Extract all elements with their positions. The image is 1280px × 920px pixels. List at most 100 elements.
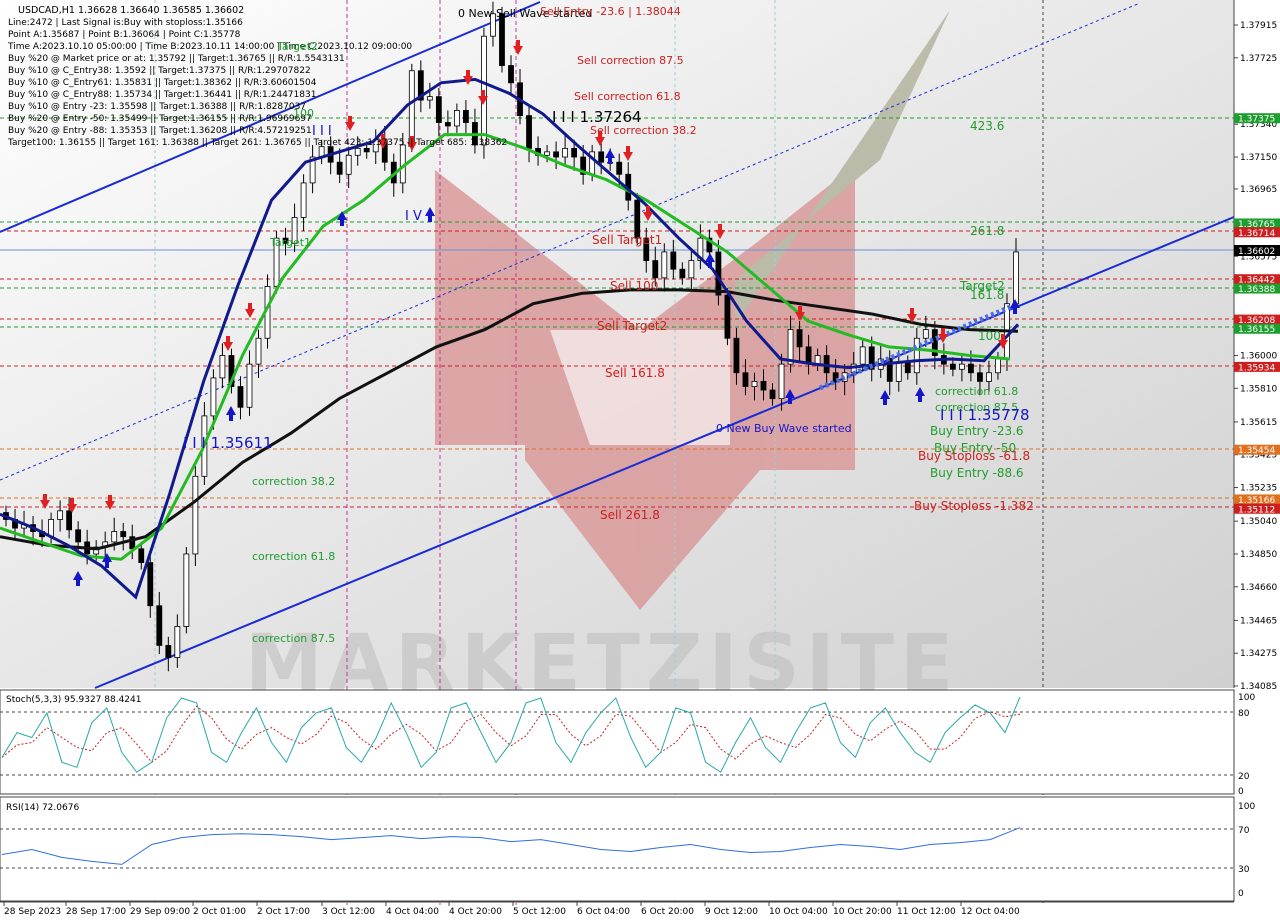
- candle-body: [733, 337, 740, 374]
- annotation-161-right: 161.8: [970, 288, 1004, 302]
- annotation-sell-target2: Sell Target2: [597, 319, 667, 333]
- candle-body: [796, 329, 803, 348]
- candle-body: [968, 363, 974, 374]
- price-tick-label: 1.34850: [1240, 550, 1277, 560]
- level-tag-label: 1.35934: [1238, 363, 1275, 373]
- candle-body: [742, 372, 749, 387]
- price-tick-label: 1.37725: [1240, 54, 1277, 64]
- stoch-level-100: 100: [1238, 693, 1255, 703]
- stochastic-panel: Stoch(5,3,3) 95.9327 88.4241 100 80 20 0: [0, 689, 1255, 797]
- candle-body: [598, 151, 605, 163]
- candle-body: [904, 362, 911, 374]
- price-tick-label: 1.34275: [1240, 649, 1277, 659]
- annotation-buy-stoploss-61: Buy Stoploss -61.8: [918, 449, 1030, 463]
- rsi-panel: RSI(14) 72.0676 100 70 30 0: [0, 796, 1255, 902]
- candle-body: [760, 380, 767, 391]
- time-tick-label: 6 Oct 04:00: [577, 907, 630, 917]
- candle-body: [463, 110, 469, 123]
- candle-body: [426, 96, 433, 101]
- candle-body: [670, 251, 677, 270]
- candle-body: [219, 355, 226, 379]
- candle-body: [499, 13, 505, 66]
- candle-body: [57, 510, 64, 520]
- rsi-level-70: 70: [1238, 826, 1250, 836]
- candle-body: [571, 147, 578, 158]
- symbol-line: USDCAD,H1 1.36628 1.36640 1.36585 1.3660…: [18, 5, 244, 16]
- stoch-level-0: 0: [1238, 787, 1244, 797]
- price-tick-label: 1.34085: [1240, 682, 1277, 692]
- time-tick-label: 2 Oct 17:00: [257, 907, 310, 917]
- usdcad-h1-chart[interactable]: MARKETZISITE USDCAD,H1 1.36628 1.36640 1…: [0, 0, 1280, 920]
- time-tick-label: 6 Oct 20:00: [641, 907, 694, 917]
- level-tag-label: 1.35454: [1238, 446, 1275, 456]
- candle-body: [544, 151, 550, 156]
- candle-body: [977, 372, 983, 382]
- price-tick-label: 1.34660: [1240, 583, 1277, 593]
- rsi-level-100: 100: [1238, 802, 1255, 812]
- candle-body: [435, 96, 442, 123]
- time-axis: 28 Sep 2023 28 Sep 17:00 29 Sep 09:00 2 Oct…: [0, 901, 1234, 917]
- rsi-level-0: 0: [1238, 889, 1244, 899]
- info-line: Line:2472 | Last Signal is:Buy with stop…: [8, 18, 243, 28]
- time-tick-label: 4 Oct 04:00: [386, 907, 439, 917]
- price-tick-label: 1.36000: [1240, 352, 1277, 362]
- candle-body: [453, 110, 460, 127]
- price-tick-label: 1.35235: [1240, 484, 1277, 494]
- price-tick-label: 1.37915: [1240, 21, 1277, 31]
- candle-body: [778, 363, 785, 400]
- candle-body: [192, 475, 199, 555]
- info-line: Point A:1.35687 | Point B:1.36064 | Poin…: [8, 30, 241, 40]
- candle-body: [210, 377, 217, 417]
- candle-body: [165, 645, 172, 658]
- level-tag-label: 1.36388: [1238, 285, 1275, 295]
- annotation-target2-left: Target2: [276, 40, 318, 53]
- annotation-buy-entry-88: Buy Entry -88.6: [930, 466, 1024, 480]
- candle-body: [237, 386, 244, 408]
- candle-body: [363, 147, 370, 153]
- annotation-buy-entry-23: Buy Entry -23.6: [930, 424, 1024, 438]
- annotation-buy-stoploss-1382: Buy Stoploss -1.382: [914, 499, 1034, 513]
- candle-body: [958, 363, 965, 370]
- candle-body: [345, 154, 352, 175]
- price-tick-label: 1.34465: [1240, 616, 1277, 626]
- candle-body: [147, 562, 154, 607]
- price-tick-label: 1.36965: [1240, 185, 1277, 195]
- annotation-sell-161: Sell 161.8: [605, 366, 665, 380]
- candle-body: [183, 553, 190, 627]
- annotation-wave-iii-left: I I I 1.35611: [183, 434, 273, 452]
- candle-body: [354, 147, 361, 156]
- level-tag-label: 1.36714: [1238, 229, 1275, 239]
- rsi-level-30: 30: [1238, 865, 1250, 875]
- annotation-wave-iii-low: I I I 1.35778: [940, 406, 1030, 424]
- level-tag-label: 1.37375: [1238, 115, 1275, 125]
- candle-body: [553, 151, 559, 158]
- candle-body: [120, 531, 127, 538]
- info-line: Buy %10 @ C_Entry38: 1.3592 || Target:1.…: [8, 66, 311, 76]
- info-line: Buy %10 @ C_Entry88: 1.35734 || Target:1…: [8, 90, 316, 100]
- candle-body: [688, 260, 695, 279]
- annotation-100-right: 100: [978, 329, 1001, 343]
- info-line: Buy %10 @ Entry -23: 1.35598 || Target:1…: [8, 102, 306, 112]
- level-tag-label: 1.36155: [1238, 325, 1275, 335]
- time-tick-label: 3 Oct 12:00: [322, 907, 375, 917]
- candle-body: [246, 363, 253, 408]
- time-tick-label: 29 Sep 09:00: [130, 907, 190, 917]
- stoch-label: Stoch(5,3,3) 95.9327 88.4241: [6, 695, 141, 705]
- annotation-423: 423.6: [970, 119, 1004, 133]
- time-tick-label: 28 Sep 2023: [4, 907, 61, 917]
- annotation-sell-correction-87: Sell correction 87.5: [577, 54, 684, 67]
- candle-body: [174, 626, 181, 658]
- annotation-sell-entry: Sell Entry -23.6 | 1.38044: [540, 5, 681, 18]
- time-tick-label: 9 Oct 12:00: [705, 907, 758, 917]
- info-line: Time A:2023.10.10 05:00:00 | Time B:2023…: [7, 42, 412, 52]
- candle-body: [255, 337, 262, 365]
- time-tick-label: 12 Oct 04:00: [961, 907, 1020, 917]
- annotation-sell-correction-38: Sell correction 38.2: [590, 124, 697, 137]
- info-line: Buy %20 @ Entry -50: 1.35499 || Target:1…: [8, 114, 312, 124]
- info-line: Buy %20 @ Entry -88: 1.35353 || Target:1…: [8, 126, 312, 136]
- annotation-sell-261: Sell 261.8: [600, 508, 660, 522]
- candle-body: [751, 380, 758, 387]
- rsi-label: RSI(14) 72.0676: [6, 803, 79, 813]
- candle-body: [408, 70, 415, 146]
- price-axis: 1.379151.377251.373401.371501.369651.365…: [1233, 0, 1280, 692]
